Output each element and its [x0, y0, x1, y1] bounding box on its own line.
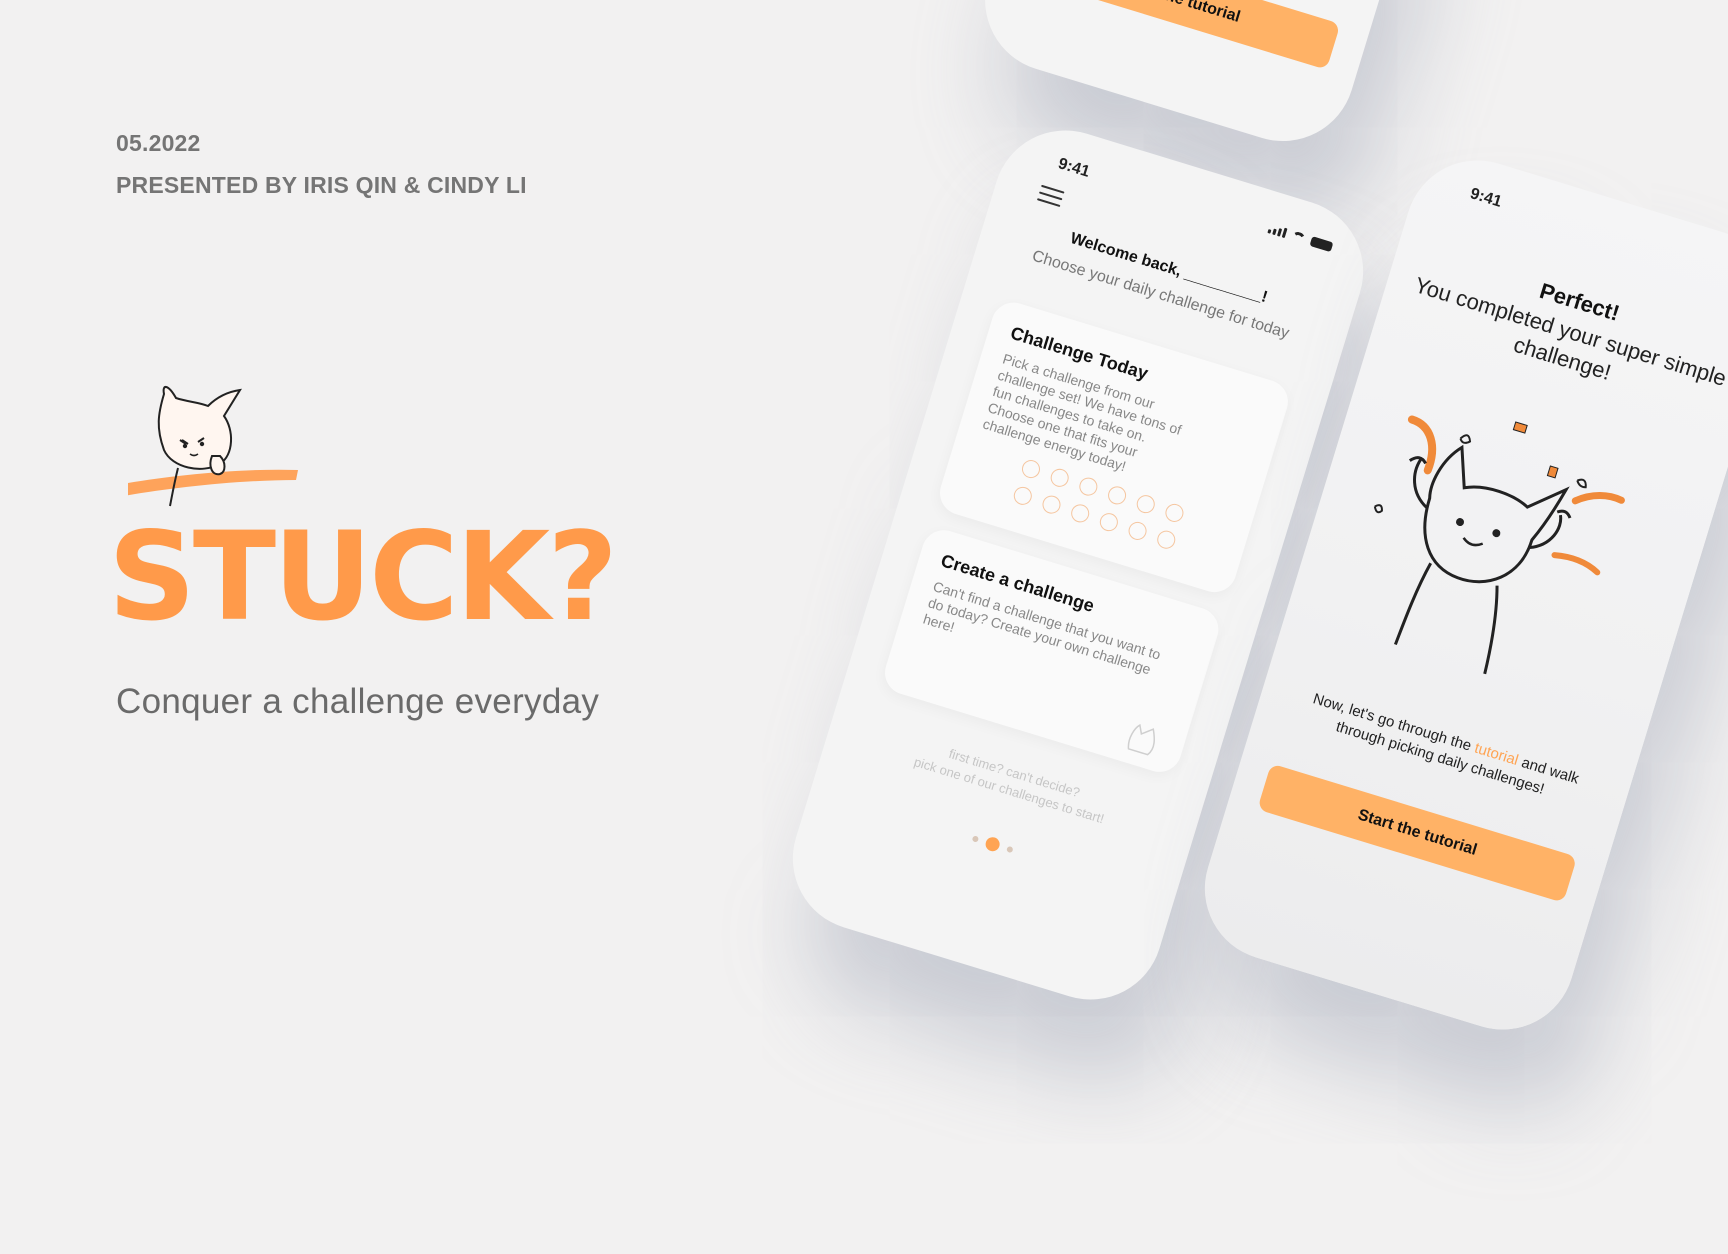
challenge-doodle-icon — [1163, 501, 1186, 525]
challenge-doodle-icon — [1097, 510, 1121, 534]
challenge-doodle-icon — [1068, 502, 1092, 525]
challenge-doodle-icon — [1011, 484, 1035, 508]
hamburger-menu-icon[interactable] — [1035, 184, 1065, 212]
mascot-logo-icon — [128, 386, 298, 507]
tagline: Conquer a challenge everyday — [116, 682, 600, 721]
challenge-doodle-icon — [1077, 475, 1100, 498]
cat-doodle-icon — [1127, 723, 1156, 756]
battery-icon — [1309, 236, 1334, 253]
tutorial-suffix: and walk through picking daily challenge… — [1333, 718, 1582, 798]
challenge-doodle-icon — [1040, 493, 1063, 516]
page-dot[interactable] — [1006, 845, 1014, 854]
challenge-doodle-icon — [1048, 466, 1071, 490]
start-tutorial-button-top[interactable]: Start the tutorial — [1020, 0, 1341, 70]
app-title: STUCK? — [108, 506, 618, 648]
intro-block: 05.2022 PRESENTED BY IRIS QIN & CINDY LI — [116, 128, 716, 200]
page-dot[interactable] — [971, 835, 980, 843]
celebrating-cat-icon — [1373, 415, 1625, 675]
status-time: 9:41 — [1056, 155, 1092, 181]
challenge-doodle-icon — [1019, 457, 1043, 481]
challenge-doodle-icon — [1105, 484, 1129, 507]
status-time: 9:41 — [1468, 185, 1504, 211]
signal-icon — [1267, 223, 1288, 239]
status-icons — [1267, 223, 1334, 253]
presenters-label: PRESENTED BY IRIS QIN & CINDY LI — [116, 172, 527, 198]
wifi-icon — [1290, 230, 1307, 244]
date-label: 05.2022 — [116, 130, 201, 156]
page-dot-active[interactable] — [983, 835, 1002, 853]
challenge-doodle-icon — [1134, 492, 1157, 516]
challenge-doodle-icon — [1126, 519, 1149, 543]
challenge-doodle-icon — [1155, 528, 1178, 551]
